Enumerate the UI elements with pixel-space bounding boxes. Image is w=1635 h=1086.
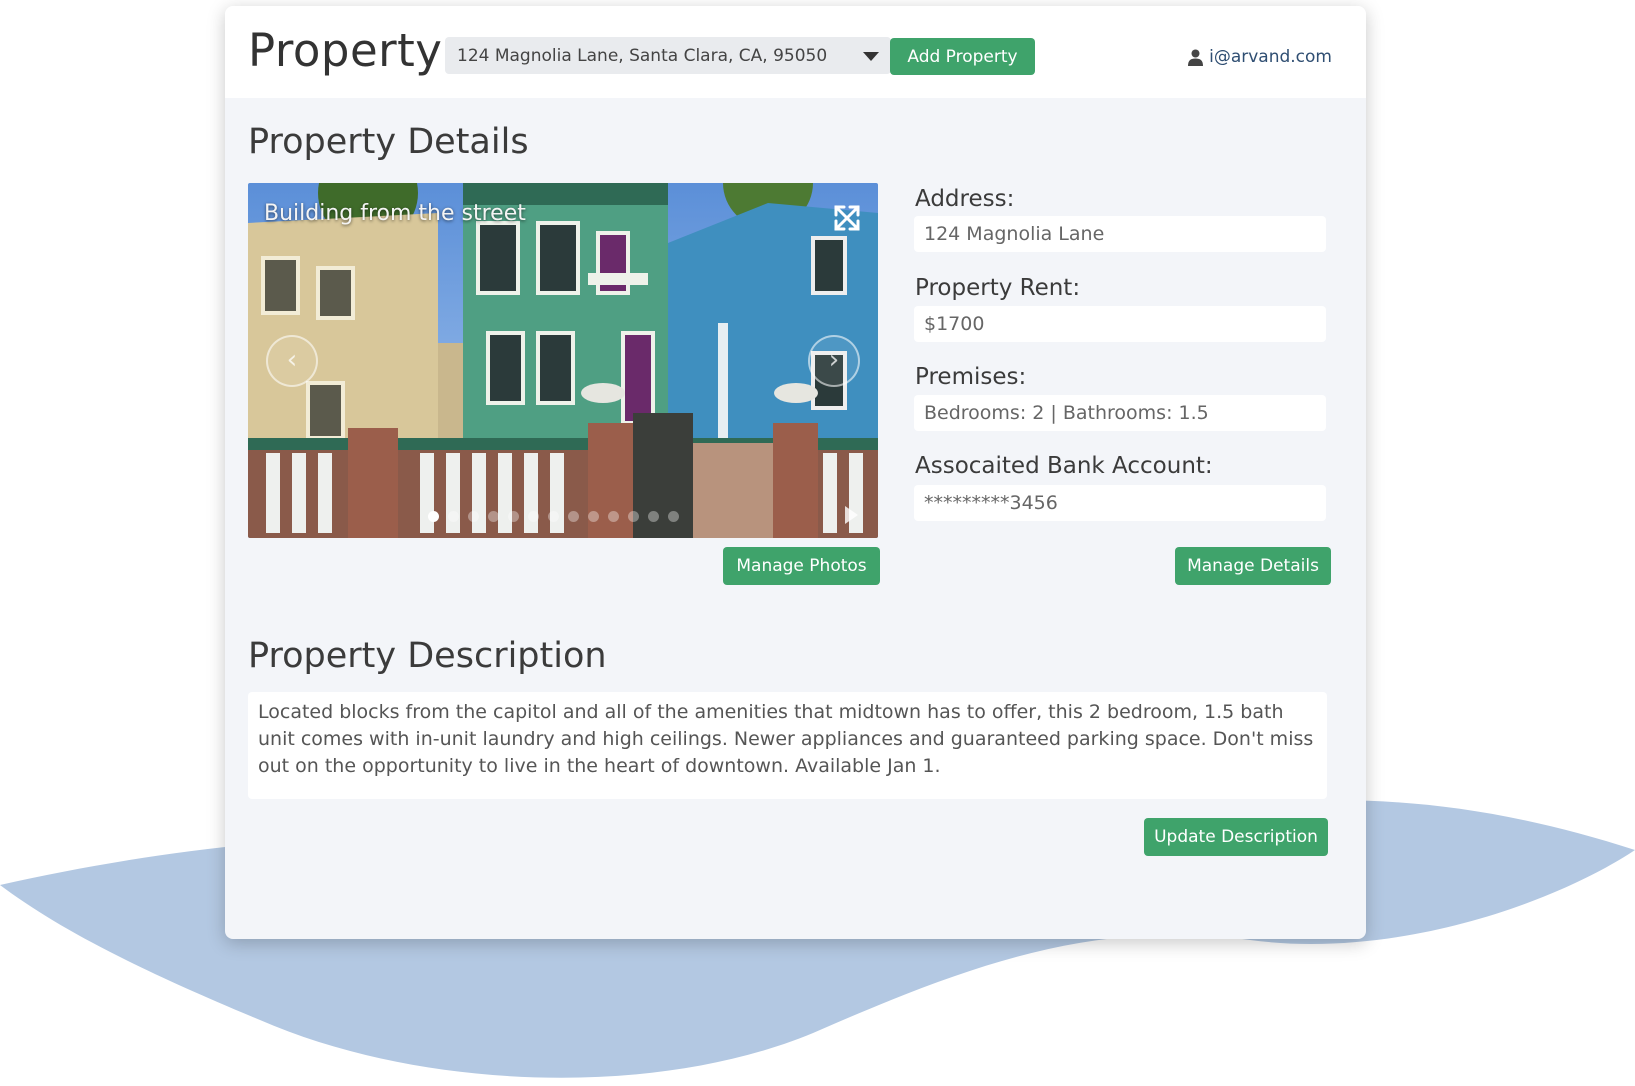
- bank-account-field[interactable]: *********3456: [914, 485, 1326, 521]
- user-email: i@arvand.com: [1209, 47, 1332, 67]
- bank-account-label: Assocaited Bank Account:: [915, 453, 1213, 479]
- carousel-prev-button[interactable]: ‹: [266, 335, 318, 387]
- address-label: Address:: [915, 186, 1015, 212]
- play-icon[interactable]: [845, 506, 858, 524]
- update-description-button[interactable]: Update Description: [1144, 818, 1328, 856]
- rent-label: Property Rent:: [915, 275, 1081, 301]
- carousel-dot[interactable]: [528, 511, 539, 522]
- carousel-dot[interactable]: [568, 511, 579, 522]
- property-select[interactable]: 124 Magnolia Lane, Santa Clara, CA, 9505…: [445, 37, 891, 74]
- carousel-indicators: [428, 511, 679, 522]
- carousel-dot[interactable]: [608, 511, 619, 522]
- carousel-dot[interactable]: [488, 511, 499, 522]
- property-card: Property 124 Magnolia Lane, Santa Clara,…: [225, 6, 1366, 939]
- carousel-dot[interactable]: [508, 511, 519, 522]
- rent-field[interactable]: $1700: [914, 306, 1326, 342]
- premises-label: Premises:: [915, 364, 1027, 390]
- carousel-dot[interactable]: [588, 511, 599, 522]
- carousel-dot[interactable]: [548, 511, 559, 522]
- address-field[interactable]: 124 Magnolia Lane: [914, 216, 1326, 252]
- slide-caption: Building from the street: [264, 201, 526, 226]
- user-icon: [1188, 49, 1204, 66]
- property-details-heading: Property Details: [248, 122, 529, 162]
- property-select-value: 124 Magnolia Lane, Santa Clara, CA, 9505…: [457, 46, 828, 66]
- carousel-dot[interactable]: [428, 511, 439, 522]
- carousel-dot[interactable]: [448, 511, 459, 522]
- carousel-dot[interactable]: [628, 511, 639, 522]
- chevron-down-icon: [863, 52, 879, 61]
- photo-carousel[interactable]: Building from the street ‹ ›: [248, 183, 878, 538]
- page-title: Property: [248, 24, 443, 77]
- add-property-button[interactable]: Add Property: [890, 38, 1035, 75]
- fullscreen-icon[interactable]: [832, 203, 862, 233]
- house-photo: [248, 183, 878, 538]
- carousel-dot[interactable]: [668, 511, 679, 522]
- property-description-heading: Property Description: [248, 636, 607, 676]
- carousel-next-button[interactable]: ›: [808, 335, 860, 387]
- top-header: Property 124 Magnolia Lane, Santa Clara,…: [225, 6, 1366, 98]
- manage-details-button[interactable]: Manage Details: [1175, 547, 1331, 585]
- manage-photos-button[interactable]: Manage Photos: [723, 547, 880, 585]
- user-menu[interactable]: i@arvand.com: [1188, 47, 1332, 67]
- premises-field[interactable]: Bedrooms: 2 | Bathrooms: 1.5: [914, 395, 1326, 431]
- carousel-dot[interactable]: [468, 511, 479, 522]
- description-text[interactable]: Located blocks from the capitol and all …: [248, 692, 1327, 799]
- carousel-dot[interactable]: [648, 511, 659, 522]
